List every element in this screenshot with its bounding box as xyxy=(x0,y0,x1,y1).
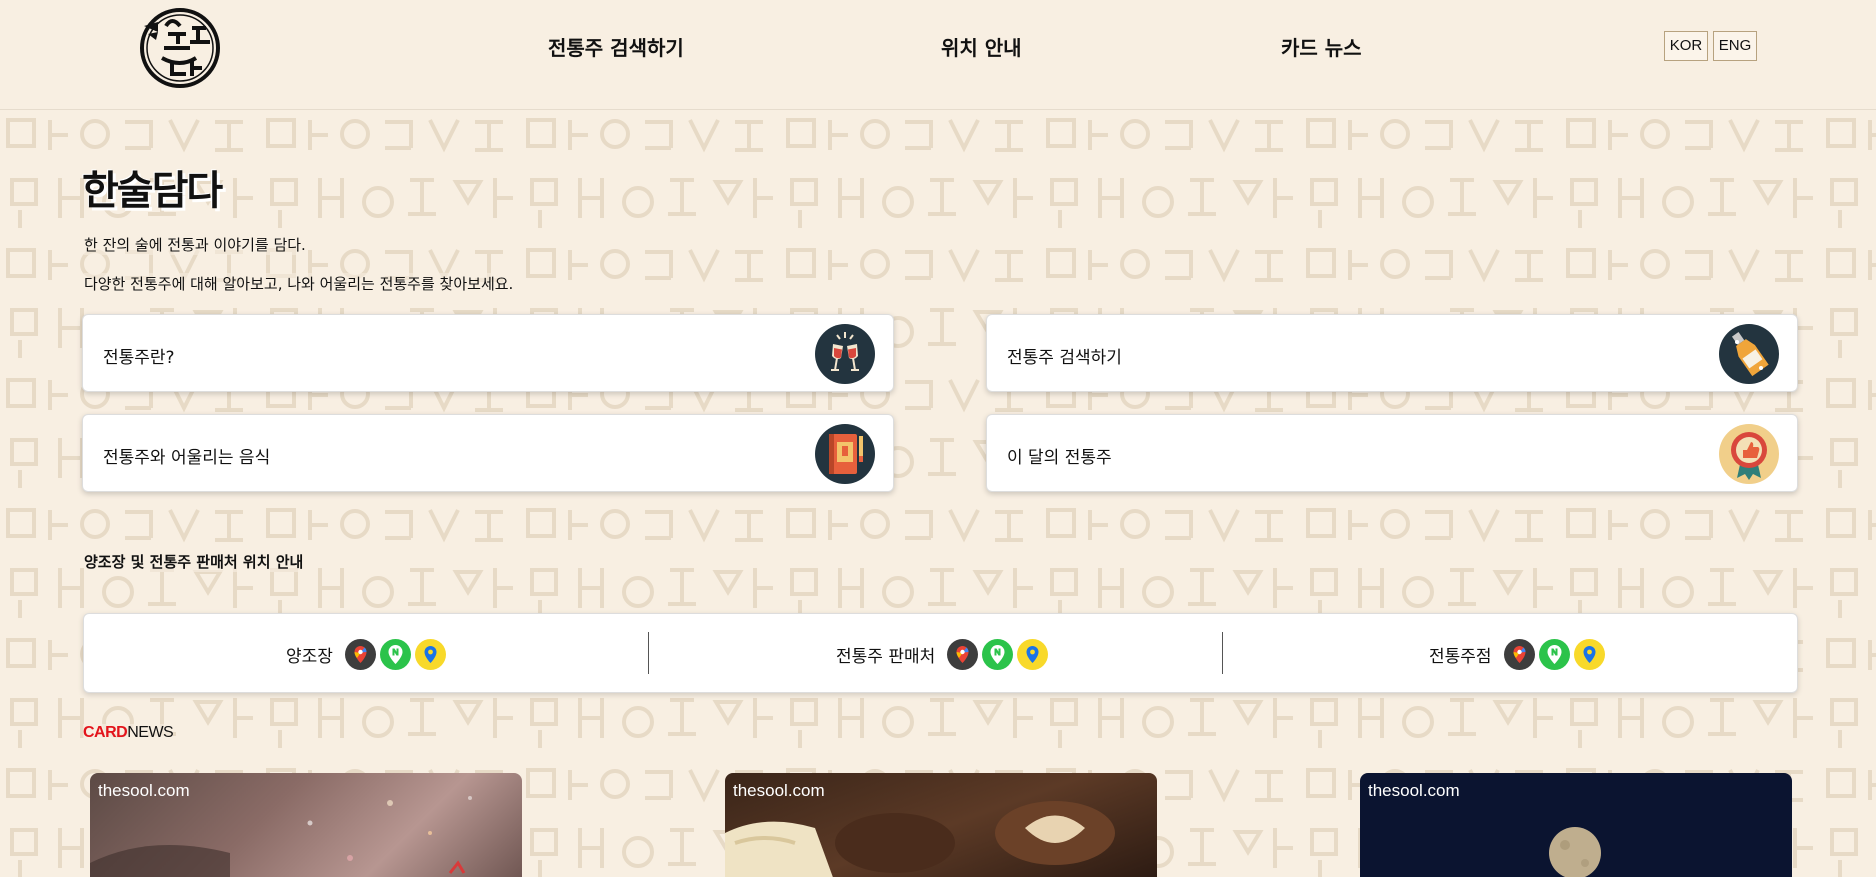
hero-tagline: 한 잔의 술에 전통과 이야기를 담다. xyxy=(84,234,306,255)
main-content: 한술담다 한 잔의 술에 전통과 이야기를 담다. 다양한 전통주에 대해 알아… xyxy=(0,0,1876,877)
naver-map-icon[interactable] xyxy=(379,638,411,670)
menu-card-label: 전통주란? xyxy=(103,348,175,368)
award-badge-icon xyxy=(1719,424,1779,484)
location-panel: 양조장 전통주 판매처 전통주점 xyxy=(83,613,1798,693)
cheers-glasses-icon xyxy=(815,324,875,384)
location-label: 양조장 xyxy=(286,646,333,667)
kakao-map-icon[interactable] xyxy=(414,638,446,670)
menu-card-label: 이 달의 전통주 xyxy=(1007,448,1112,468)
nav-location[interactable]: 위치 안내 xyxy=(941,32,1022,61)
cardnews-section-title: CARDNEWS xyxy=(83,724,174,742)
menu-card-search[interactable]: 전통주 검색하기 xyxy=(986,314,1798,392)
nav-search[interactable]: 전통주 검색하기 xyxy=(548,32,684,61)
lang-kor-button[interactable]: KOR xyxy=(1664,31,1708,61)
google-maps-icon[interactable] xyxy=(1503,638,1535,670)
cardnews-card-1[interactable]: thesool.com xyxy=(90,773,522,877)
location-group-brewery: 양조장 xyxy=(286,634,448,674)
cardnews-card-2[interactable]: thesool.com xyxy=(725,773,1157,877)
logo-emblem-icon xyxy=(140,8,220,88)
naver-map-icon[interactable] xyxy=(982,638,1014,670)
cardnews-brand: thesool.com xyxy=(98,781,190,800)
kakao-map-icon[interactable] xyxy=(1573,638,1605,670)
menu-card-food-pairing[interactable]: 전통주와 어울리는 음식 xyxy=(82,414,894,492)
location-label: 전통주 판매처 xyxy=(836,646,936,667)
menu-card-label: 전통주 검색하기 xyxy=(1007,348,1122,368)
site-logo[interactable] xyxy=(138,4,222,88)
cardnews-card-3[interactable]: thesool.com xyxy=(1360,773,1792,877)
menu-card-what-is[interactable]: 전통주란? xyxy=(82,314,894,392)
location-divider xyxy=(1222,632,1223,674)
location-section-title: 양조장 및 전통주 판매처 위치 안내 xyxy=(84,551,304,572)
location-group-pub: 전통주점 xyxy=(1429,634,1607,674)
kakao-map-icon[interactable] xyxy=(1017,638,1049,670)
cardnews-title-red: CARD xyxy=(83,724,128,741)
google-maps-icon[interactable] xyxy=(947,638,979,670)
site-header: 전통주 검색하기 위치 안내 카드 뉴스 KOR ENG xyxy=(0,0,1876,110)
nav-cardnews[interactable]: 카드 뉴스 xyxy=(1281,32,1362,61)
lang-eng-button[interactable]: ENG xyxy=(1713,31,1757,61)
recipe-book-icon xyxy=(815,424,875,484)
cardnews-brand: thesool.com xyxy=(1368,781,1460,800)
cardnews-brand: thesool.com xyxy=(733,781,825,800)
location-label: 전통주점 xyxy=(1429,646,1492,667)
menu-card-label: 전통주와 어울리는 음식 xyxy=(103,448,271,468)
cardnews-title-black: NEWS xyxy=(127,724,174,741)
menu-card-monthly[interactable]: 이 달의 전통주 xyxy=(986,414,1798,492)
bottle-icon xyxy=(1719,324,1779,384)
location-group-store: 전통주 판매처 xyxy=(836,634,1050,674)
hero-title: 한술담다 xyxy=(82,168,223,214)
hero-description: 다양한 전통주에 대해 알아보고, 나와 어울리는 전통주를 찾아보세요. xyxy=(84,273,514,294)
naver-map-icon[interactable] xyxy=(1538,638,1570,670)
location-divider xyxy=(648,632,649,674)
google-maps-icon[interactable] xyxy=(344,638,376,670)
